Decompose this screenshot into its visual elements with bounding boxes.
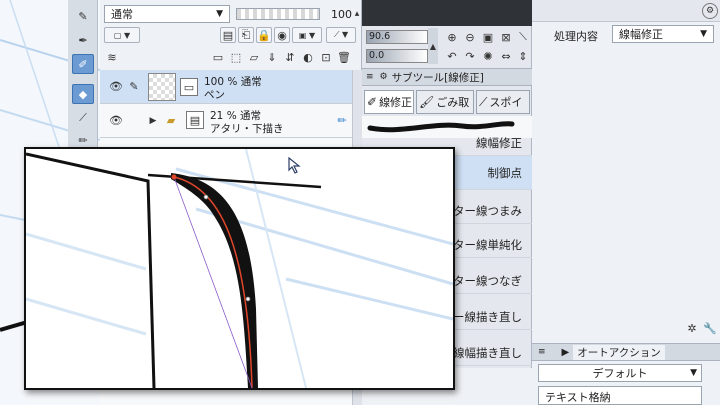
auto-action-set-select[interactable]: デフォルト ▼ — [538, 364, 702, 382]
layer-name: ペン — [204, 89, 225, 101]
flip-vertical-icon[interactable]: ⇕ — [516, 48, 530, 64]
subtool-title: サブツール[線修正] — [391, 71, 484, 84]
zoom-slider[interactable]: 90.6 — [366, 30, 428, 44]
mask-icon[interactable]: ◐ — [300, 49, 316, 65]
tool-settings-icon[interactable]: ✲ — [684, 320, 700, 336]
new-raster-layer-icon[interactable]: ▭ — [210, 49, 226, 65]
opacity-slider[interactable] — [236, 8, 320, 20]
dust-brush-icon: 🖌 — [419, 95, 435, 109]
pencil-marker-icon: ✏ — [337, 113, 347, 127]
line-correction-tool-icon[interactable]: ✐ — [72, 54, 94, 74]
panel-menu-icon[interactable]: ≡ — [366, 72, 374, 82]
eyedropper-icon: ⟋ — [479, 94, 488, 109]
merge-down-icon[interactable]: ⇓ — [264, 49, 280, 65]
auto-action-set-value: デフォルト — [592, 367, 648, 380]
zoom-in-icon[interactable]: ⊕ — [444, 29, 460, 45]
reference-icon[interactable]: ◉ — [274, 27, 290, 43]
rotate-slider[interactable]: 0.0 — [366, 49, 428, 63]
zoom-out-icon[interactable]: ⊖ — [462, 29, 478, 45]
panel-menu-icon[interactable]: ≡ — [538, 347, 546, 357]
layer-row[interactable]: 👁 ▶ ▰ ▤ 21 % 通常 アタリ・下描き ✏ — [100, 104, 362, 138]
auto-action-item[interactable]: テキスト格納 — [538, 386, 702, 405]
tab-label: ごみ取 — [436, 96, 470, 109]
pen-edit-icon[interactable]: ✎ — [126, 78, 142, 94]
auto-action-title-bar: ≡ ▶ オートアクション — [532, 343, 720, 361]
transfer-icon[interactable]: ⇵ — [282, 49, 298, 65]
add-mask-icon[interactable]: ⊡ — [318, 49, 334, 65]
rotate-right-icon[interactable]: ↷ — [462, 48, 478, 64]
tab-eyedropper[interactable]: ⟋ スポイ — [476, 90, 530, 114]
blend-mode-select[interactable]: 通常 ▼ — [104, 5, 230, 23]
new-vector-layer-icon[interactable]: ⬚ — [228, 49, 244, 65]
tab-label: スポイ — [489, 96, 523, 109]
tab-line-correction[interactable]: ✐ 線修正 — [364, 90, 414, 114]
zoomed-line-art — [25, 148, 454, 389]
tool-property-panel: ⚙ 処理内容 線幅修正 ▼ ✲ 🔧 ≡ ▶ オートアクション デフォルト ▼ テ… — [532, 0, 720, 405]
chevron-down-icon: ▼ — [700, 29, 707, 39]
slider-marker-icon[interactable]: ▲ — [428, 28, 438, 64]
dropper-tool-icon[interactable]: ⟋ — [72, 108, 94, 128]
auto-action-icon: ▶ — [561, 346, 570, 358]
layer-row[interactable]: 👁 ✎ ▭ 100 % 通常 ペン — [100, 70, 362, 104]
mouse-cursor-icon — [287, 156, 303, 174]
tool-palette: ✎ ✒ ✐ ◆ ⟋ ✏ — [68, 0, 98, 150]
subtool-icon: ⚙ — [379, 72, 388, 82]
tab-dust-removal[interactable]: 🖌 ごみ取 — [416, 90, 474, 114]
tab-label: 線修正 — [379, 96, 413, 109]
brush-tool-icon[interactable]: ✎ — [72, 6, 94, 26]
opacity-spin-icon[interactable]: ▴ — [352, 5, 362, 23]
flip-horizontal-icon[interactable]: ⇔ — [498, 48, 514, 64]
lock-icon[interactable]: 🔒 — [256, 27, 272, 43]
color-swatch-dropdown[interactable]: ▢ ▼ — [104, 27, 140, 43]
fill-tool-icon[interactable]: ◆ — [72, 84, 94, 104]
pen-tool-icon[interactable]: ✒ — [72, 30, 94, 50]
delete-layer-icon[interactable]: 🗑 — [336, 49, 352, 65]
eye-icon[interactable]: 👁 — [108, 78, 124, 94]
eye-icon[interactable]: 👁 — [108, 112, 124, 128]
layer-thumbnail — [148, 73, 176, 101]
fit-view-icon[interactable]: ▣ — [480, 29, 496, 45]
blend-mode-value: 通常 — [111, 8, 133, 21]
expand-arrow-icon[interactable]: ▶ — [148, 113, 158, 129]
process-select[interactable]: 線幅修正 ▼ — [612, 25, 714, 43]
clip-icon[interactable]: ⎗ — [238, 27, 254, 43]
chevron-down-icon: ▼ — [216, 9, 223, 19]
reset-view-icon[interactable]: ⊠ — [498, 29, 514, 45]
layer-color-dropdown[interactable]: ▣ ▼ — [292, 27, 322, 43]
rotate-left-icon[interactable]: ↶ — [444, 48, 460, 64]
process-value: 線幅修正 — [619, 28, 663, 41]
property-header — [532, 0, 720, 22]
reset-rotation-icon[interactable]: ✺ — [480, 48, 496, 64]
subtool-title-bar: ≡ ⚙ サブツール[線修正] — [362, 68, 532, 86]
settings-icon[interactable]: ⚙ — [702, 3, 718, 19]
lock-transparency-icon[interactable]: ▤ — [220, 27, 236, 43]
zoomed-canvas-inset — [24, 147, 455, 390]
wrench-icon[interactable]: 🔧 — [702, 320, 718, 336]
layer-stack-icon[interactable]: ≋ — [104, 49, 120, 65]
folder-icon: ▰ — [166, 113, 176, 127]
chevron-down-icon: ▼ — [690, 368, 697, 378]
panel-dark-header — [362, 0, 532, 26]
flip-icon[interactable]: ⟍ — [516, 29, 530, 45]
auto-action-title: オートアクション — [573, 344, 665, 360]
new-folder-icon[interactable]: ▱ — [246, 49, 262, 65]
opacity-value: 100 — [331, 7, 352, 21]
layer-name: アタリ・下描き — [210, 123, 284, 135]
folder-layer-icon: ▤ — [186, 111, 204, 129]
line-correction-icon: ✐ — [367, 95, 378, 109]
mask-dropdown[interactable]: ⟋ ▼ — [326, 27, 356, 43]
process-label: 処理内容 — [554, 30, 598, 43]
vector-layer-icon: ▭ — [180, 78, 198, 96]
